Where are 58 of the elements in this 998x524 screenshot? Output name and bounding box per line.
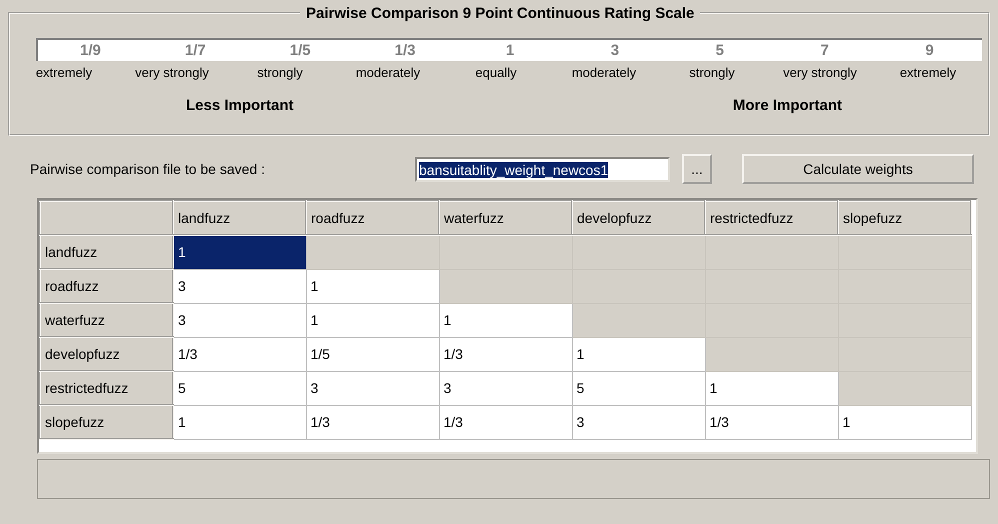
browse-button[interactable]: ... [682, 154, 712, 184]
row-header[interactable]: developfuzz [40, 337, 173, 371]
row-header[interactable]: slopefuzz [40, 405, 173, 439]
file-name-field[interactable]: bansuitablity_weight_newcos1 [415, 156, 670, 182]
table-cell[interactable]: 1 [306, 269, 439, 303]
row-header[interactable]: restrictedfuzz [40, 371, 173, 405]
scale-value: 1/7 [184, 41, 207, 61]
table-cell[interactable]: 1/3 [705, 405, 838, 439]
scale-value: 1 [504, 41, 516, 61]
rating-scale[interactable]: 1/9 1/7 1/5 1/3 1 3 5 7 9 [36, 38, 982, 61]
table-cell[interactable]: 1/3 [439, 337, 572, 371]
table-cell[interactable]: 1 [306, 303, 439, 337]
scale-label: extremely [36, 65, 92, 80]
scale-label: equally [475, 65, 517, 80]
more-important-caption: More Important [732, 96, 842, 116]
scale-value: 1/5 [288, 41, 312, 61]
table-cell[interactable]: 1 [173, 235, 306, 269]
table-cell[interactable]: 1 [838, 405, 971, 439]
scale-label: very strongly [783, 65, 857, 80]
column-header[interactable]: developfuzz [572, 201, 705, 235]
column-header[interactable]: slopefuzz [838, 201, 971, 235]
table-cell[interactable]: 3 [439, 371, 572, 405]
scale-label: strongly [689, 65, 735, 80]
scale-label: moderately [356, 65, 420, 80]
table-cell[interactable]: 3 [173, 269, 306, 303]
scale-value: 3 [610, 41, 620, 61]
row-header[interactable]: waterfuzz [40, 303, 173, 337]
scale-value: 1/9 [79, 41, 102, 61]
table-cell[interactable]: 5 [173, 371, 306, 405]
scale-value: 9 [924, 41, 935, 61]
column-header[interactable]: restrictedfuzz [705, 201, 838, 235]
table-cell[interactable]: 1 [173, 405, 306, 439]
calculate-weights-button[interactable]: Calculate weights [742, 154, 974, 184]
scale-value: 1/3 [394, 41, 417, 61]
table-cell[interactable]: 1/5 [306, 337, 439, 371]
table-cell[interactable]: 1/3 [439, 405, 572, 439]
table-cell[interactable]: 1 [705, 371, 838, 405]
file-label: Pairwise comparison file to be saved : [30, 160, 266, 179]
table-cell[interactable]: 3 [572, 405, 705, 439]
table-cell[interactable]: 1/3 [173, 337, 306, 371]
scale-label: very strongly [135, 65, 209, 80]
scale-label: moderately [572, 65, 636, 80]
column-header[interactable]: roadfuzz [306, 201, 439, 235]
table-cell[interactable]: 3 [173, 303, 306, 337]
row-header[interactable]: landfuzz [40, 235, 173, 269]
table-cell[interactable]: 5 [572, 371, 705, 405]
column-header[interactable]: waterfuzz [439, 201, 572, 235]
table-cell[interactable]: 1 [572, 337, 705, 371]
table-cell[interactable]: 1/3 [306, 405, 439, 439]
scale-label: extremely [900, 65, 956, 80]
scale-value: 5 [714, 41, 725, 61]
less-important-caption: Less Important [186, 96, 294, 116]
table-cell[interactable]: 1 [439, 303, 572, 337]
table-cell[interactable]: 3 [306, 371, 439, 405]
row-header[interactable]: roadfuzz [40, 269, 173, 303]
scale-value: 7 [819, 41, 830, 61]
column-header[interactable]: landfuzz [173, 201, 306, 235]
scale-label: strongly [257, 65, 303, 80]
